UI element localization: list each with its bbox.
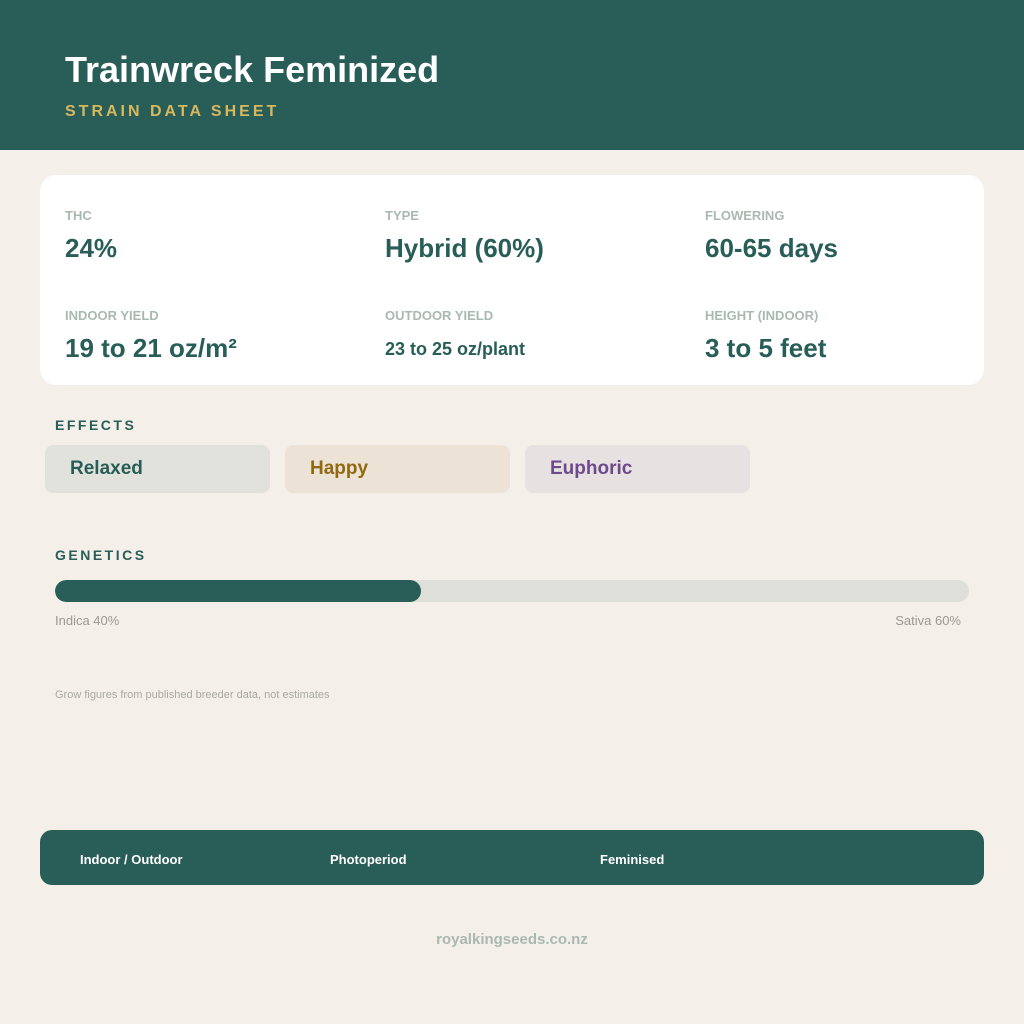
genetics-bar xyxy=(55,580,969,602)
stat-label: HEIGHT (INDOOR) xyxy=(705,308,819,323)
stats-card: THC 24% TYPE Hybrid (60%) FLOWERING 60-6… xyxy=(40,175,984,385)
feature-indoor-outdoor: Indoor / Outdoor xyxy=(80,852,183,867)
stat-thc: THC 24% xyxy=(65,208,117,263)
genetics-heading: GENETICS xyxy=(55,547,147,563)
page-subtitle: STRAIN DATA SHEET xyxy=(65,103,280,120)
stat-value: 3 to 5 feet xyxy=(705,333,827,363)
stat-value: 19 to 21 oz/m² xyxy=(65,333,237,363)
page-title: Trainwreck Feminized xyxy=(65,49,440,90)
footnote: Grow figures from published breeder data… xyxy=(55,689,330,701)
sativa-label: Sativa 60% xyxy=(895,613,961,628)
stat-type: TYPE Hybrid (60%) xyxy=(385,208,544,263)
stat-height-indoor: HEIGHT (INDOOR) 3 to 5 feet xyxy=(705,308,826,363)
stat-value: 23 to 25 oz/plant xyxy=(385,339,526,359)
effect-chip-happy: Happy xyxy=(285,445,510,493)
feature-photoperiod: Photoperiod xyxy=(330,852,407,867)
stat-label: TYPE xyxy=(385,208,419,223)
stat-value: 60-65 days xyxy=(705,233,838,263)
indica-label: Indica 40% xyxy=(55,613,120,628)
stat-value: 24% xyxy=(65,233,118,263)
feature-bar: Indoor / Outdoor Photoperiod Feminised xyxy=(40,830,984,885)
stat-value: Hybrid (60%) xyxy=(385,233,544,263)
stat-flowering: FLOWERING 60-65 days xyxy=(705,208,838,263)
stat-indoor-yield: INDOOR YIELD 19 to 21 oz/m² xyxy=(65,308,237,363)
stat-label: THC xyxy=(65,208,92,223)
effect-chip-relaxed: Relaxed xyxy=(45,445,270,493)
feature-feminised: Feminised xyxy=(600,852,665,867)
stat-label: INDOOR YIELD xyxy=(65,308,159,323)
effect-chip-euphoric: Euphoric xyxy=(525,445,750,493)
stat-label: OUTDOOR YIELD xyxy=(385,308,494,323)
effects-heading: EFFECTS xyxy=(55,417,137,433)
stat-label: FLOWERING xyxy=(705,208,785,223)
header-banner: Trainwreck Feminized STRAIN DATA SHEET xyxy=(0,0,1024,150)
site-url: royalkingseeds.co.nz xyxy=(436,931,588,948)
genetics-indica-fill xyxy=(55,580,421,602)
stat-outdoor-yield: OUTDOOR YIELD 23 to 25 oz/plant xyxy=(385,308,525,360)
